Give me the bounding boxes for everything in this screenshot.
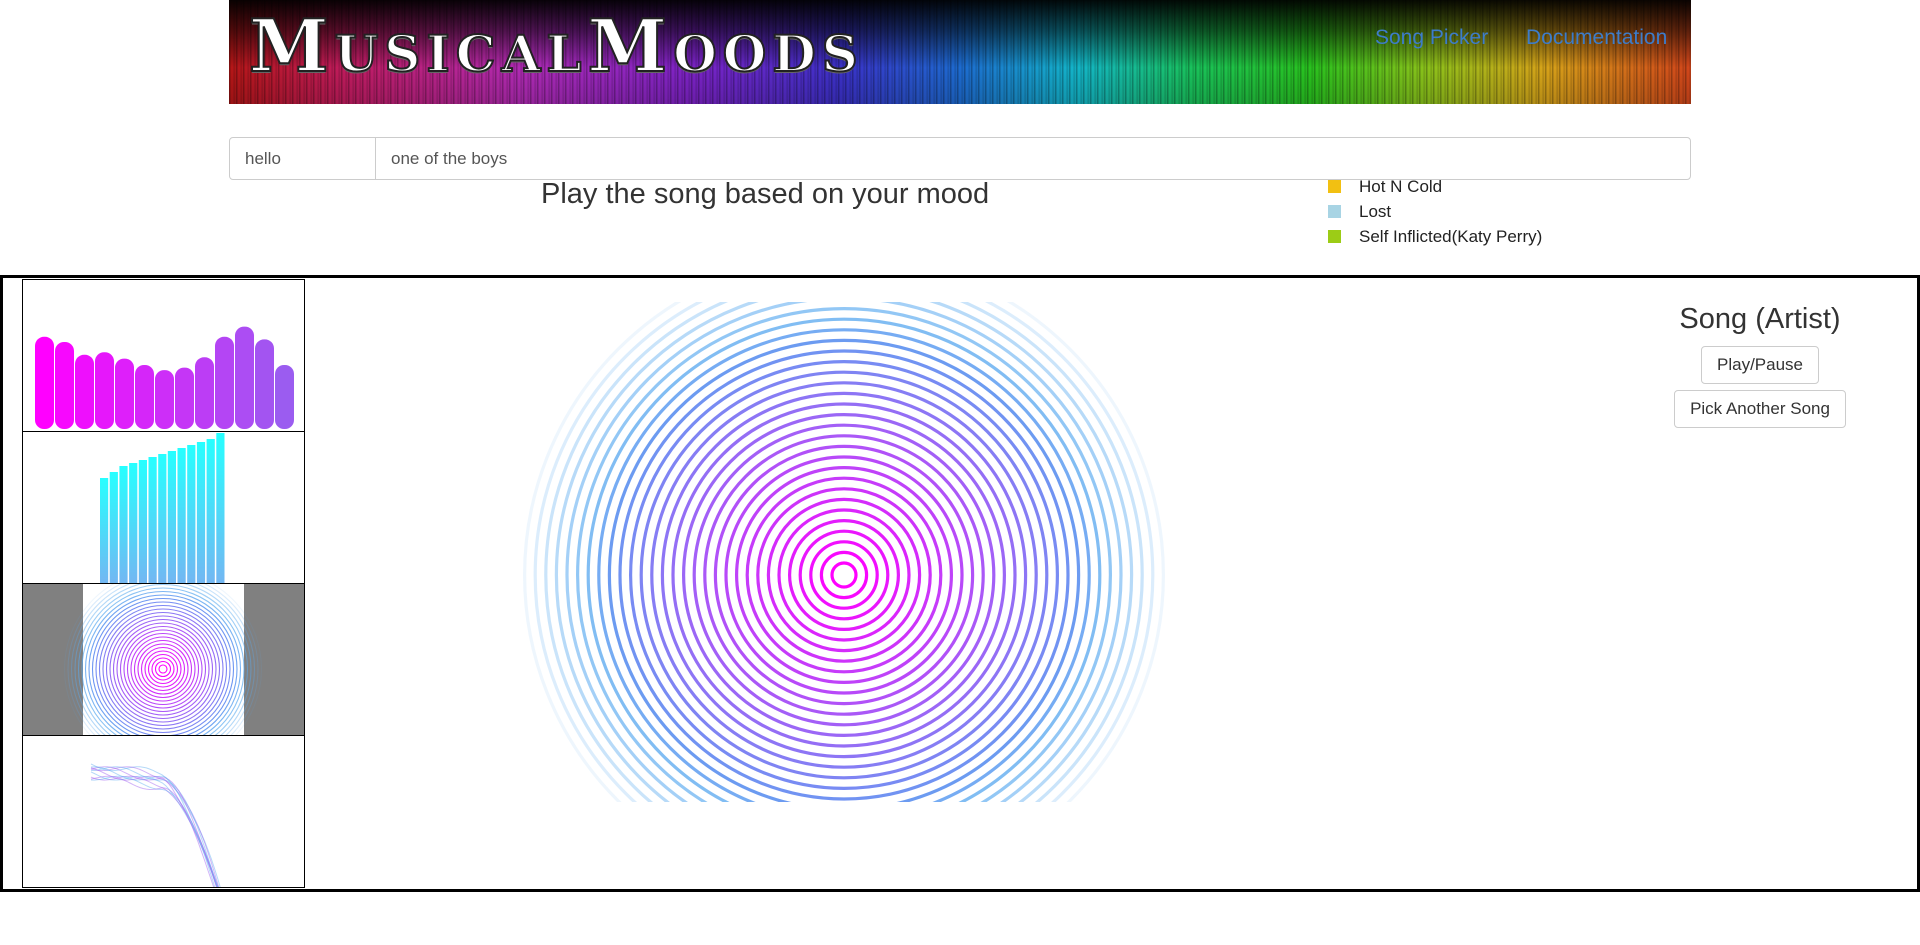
ring [756, 487, 932, 663]
wave-line [90, 775, 216, 887]
level-tower [196, 442, 206, 583]
level-bar [35, 336, 54, 429]
ring [607, 338, 1081, 802]
level-bar [215, 336, 234, 429]
tower-visualizer-preview [100, 433, 225, 583]
level-bar [75, 354, 94, 429]
song-title: Song (Artist) [1679, 303, 1841, 335]
play-pause-button[interactable]: Play/Pause [1701, 346, 1819, 384]
legend-label: Hot N Cold [1359, 177, 1443, 196]
wave-line [90, 763, 221, 887]
song-search-group [229, 137, 1691, 180]
ring [618, 349, 1070, 801]
level-tower [109, 472, 118, 583]
wave-visualizer-preview [90, 763, 221, 887]
ring [798, 529, 890, 621]
level-tower [129, 463, 138, 583]
nav-documentation[interactable]: Documentation [1526, 26, 1667, 50]
level-tower [158, 454, 167, 583]
ring [745, 476, 943, 674]
thumb-bar-visualizer[interactable] [22, 279, 305, 432]
bar-visualizer-preview [35, 326, 294, 429]
song-input[interactable] [376, 138, 1690, 179]
main-ring-visualizer [523, 298, 1173, 808]
visualizer-stage: Song (Artist) Play/Pause Pick Another So… [0, 275, 1920, 892]
thumb-ring-visualizer[interactable] [22, 583, 305, 736]
ring [639, 370, 1049, 780]
name-input[interactable] [230, 138, 376, 179]
legend-label: Lost [1359, 202, 1392, 221]
legend-swatch [1328, 205, 1341, 218]
ring [692, 423, 996, 727]
legend-swatch [1328, 230, 1341, 243]
level-tower [119, 466, 128, 583]
page-tagline: Play the song based on your mood [541, 178, 990, 210]
level-bar [175, 367, 194, 429]
ring [671, 402, 1017, 748]
pick-another-song-button[interactable]: Pick Another Song [1674, 390, 1846, 428]
level-tower [138, 460, 147, 583]
level-bar [55, 342, 74, 429]
level-tower [206, 439, 215, 583]
ring [713, 444, 975, 706]
level-bar [95, 352, 114, 429]
legend-swatch [1328, 180, 1341, 193]
ring [586, 317, 1102, 802]
level-tower [167, 451, 176, 583]
level-tower [216, 433, 225, 583]
level-tower [187, 445, 196, 583]
visualization-selector [22, 279, 305, 888]
level-bar [275, 365, 294, 429]
ring [830, 561, 858, 589]
ring [777, 508, 911, 642]
ring [682, 413, 1006, 737]
level-bar [255, 339, 274, 429]
song-panel: Song (Artist) Play/Pause Pick Another So… [1668, 303, 1852, 434]
level-bar [115, 358, 134, 429]
level-tower [148, 457, 157, 583]
level-bar [135, 365, 154, 429]
legend-label: Self Inflicted(Katy Perry) [1359, 227, 1543, 246]
level-bar [155, 370, 174, 429]
ring [819, 550, 869, 600]
ring-visualizer-preview [63, 584, 263, 735]
thumb-wave-visualizer[interactable] [22, 735, 305, 888]
ring-visualizer [523, 302, 1165, 802]
level-tower [100, 478, 109, 583]
level-bar [195, 357, 214, 429]
level-bar [235, 326, 254, 429]
nav-song-picker[interactable]: Song Picker [1375, 26, 1488, 50]
ring [788, 519, 901, 632]
ring [650, 381, 1038, 769]
ring [724, 455, 964, 695]
header-banner: MusicalMoods Song Picker Documentation [229, 0, 1691, 104]
level-tower [177, 448, 186, 583]
wave-line [90, 775, 217, 887]
thumb-tower-visualizer[interactable] [22, 431, 305, 584]
site-logo: MusicalMoods [248, 3, 864, 88]
wave-line [90, 775, 215, 887]
